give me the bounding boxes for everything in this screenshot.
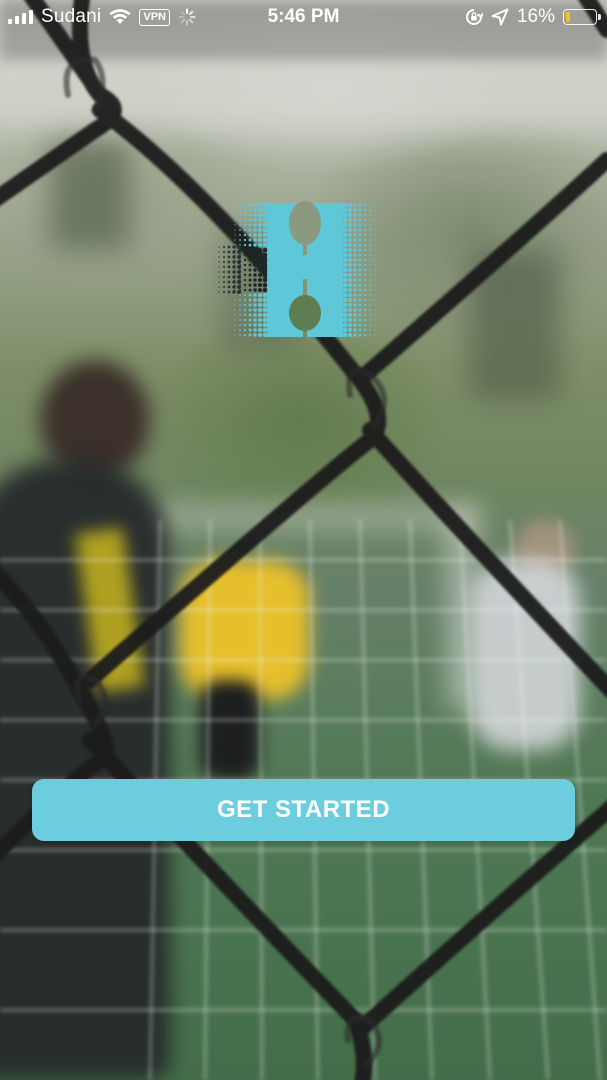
chain-link-fence: [0, 0, 607, 1080]
battery-level-fill: [566, 12, 570, 22]
onboarding-screen: Sudani VPN 5:46 PM 16% GET STARTED: [0, 0, 607, 1080]
app-logo-h-icon: [213, 201, 376, 338]
location-icon: [491, 8, 509, 26]
battery-icon: [563, 9, 601, 25]
status-bar-right: 16%: [465, 5, 601, 29]
status-bar: Sudani VPN 5:46 PM 16%: [0, 0, 607, 34]
battery-percent: 16%: [516, 6, 555, 27]
get-started-button[interactable]: GET STARTED: [32, 779, 575, 841]
orientation-lock-icon: [465, 9, 483, 25]
